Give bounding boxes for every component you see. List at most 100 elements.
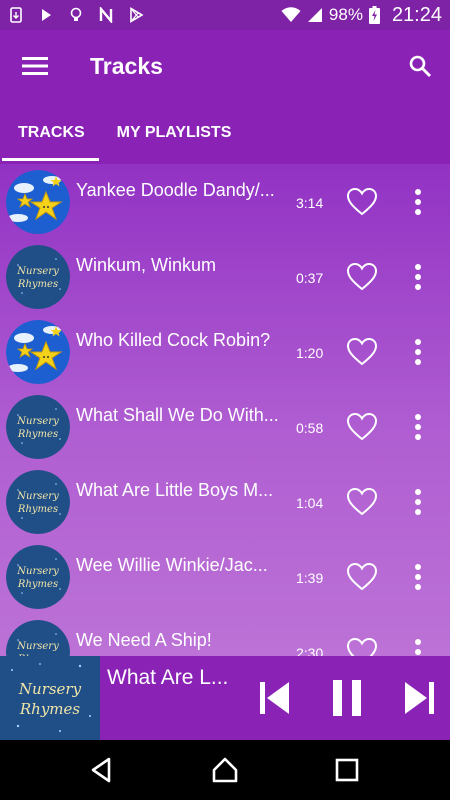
favorite-button[interactable]: [346, 186, 378, 218]
track-options-button[interactable]: [408, 338, 428, 366]
heart-outline-icon: [346, 562, 378, 591]
skip-previous-icon: [260, 682, 289, 714]
nursery-rhymes-artwork: Nursery Rhymes: [0, 656, 100, 740]
more-vertical-icon: [415, 189, 421, 215]
tab-tracks[interactable]: TRACKS: [18, 102, 85, 164]
track-title: Yankee Doodle Dandy/...: [76, 180, 275, 200]
track-duration: 0:37: [296, 270, 324, 286]
track-artwork: [6, 320, 70, 384]
track-options-button[interactable]: [408, 263, 428, 291]
nursery-rhymes-artwork: Nursery Rhymes: [6, 245, 70, 309]
search-icon: [409, 55, 432, 78]
play-store-icon: [130, 7, 144, 23]
heart-outline-icon: [346, 337, 378, 366]
track-list[interactable]: Yankee Doodle Dandy/... 3:14 Nursery Rhymes…: [0, 164, 450, 656]
status-bar: 98% 21:24: [0, 0, 450, 30]
next-button[interactable]: [402, 680, 436, 716]
now-playing-title[interactable]: What Are L...: [107, 666, 228, 690]
back-triangle-icon[interactable]: [87, 756, 115, 784]
favorite-button[interactable]: [346, 261, 378, 293]
battery-percent: 98%: [328, 5, 363, 24]
favorite-button[interactable]: [346, 411, 378, 443]
track-duration: 3:14: [296, 195, 324, 211]
track-options-button[interactable]: [408, 638, 428, 656]
clock: 21:24: [391, 3, 442, 26]
more-vertical-icon: [415, 339, 421, 365]
now-playing-bar[interactable]: Nursery Rhymes What Are L...: [0, 656, 450, 740]
system-status: 98% 21:24: [281, 4, 442, 27]
track-options-button[interactable]: [408, 488, 428, 516]
artwork-text-line2: Rhymes: [17, 429, 58, 440]
favorite-button[interactable]: [346, 636, 378, 656]
track-options-button[interactable]: [408, 188, 428, 216]
nursery-rhymes-artwork: NurseryRhymes: [6, 545, 70, 609]
previous-button[interactable]: [258, 680, 292, 716]
favorite-button[interactable]: [346, 486, 378, 518]
track-artwork: NurseryRhymes: [6, 545, 70, 609]
nursery-rhymes-artwork: NurseryRhymes: [6, 620, 70, 656]
tab-indicator: [2, 158, 99, 161]
artwork-text-line1: Nursery: [16, 266, 59, 277]
battery-charging-icon: [368, 6, 380, 24]
recents-square-icon[interactable]: [333, 756, 361, 784]
artwork-text-line1: Nursery: [16, 491, 59, 502]
artwork-text-line1: Nursery: [18, 680, 82, 698]
track-duration: 1:04: [296, 495, 324, 511]
hamburger-menu-icon: [22, 57, 48, 75]
now-playing-artwork[interactable]: Nursery Rhymes: [0, 656, 100, 740]
pause-icon: [333, 680, 361, 716]
track-artwork: Nursery Rhymes: [6, 245, 70, 309]
heart-outline-icon: [346, 487, 378, 516]
more-vertical-icon: [415, 414, 421, 440]
notification-icons: [8, 7, 144, 23]
signal-icon: [307, 8, 322, 22]
search-button[interactable]: [404, 50, 436, 82]
artwork-text-line2: Rhymes: [19, 700, 81, 718]
favorite-button[interactable]: [346, 561, 378, 593]
tab-my-playlists[interactable]: MY PLAYLISTS: [117, 102, 232, 164]
home-icon[interactable]: [211, 756, 239, 784]
nursery-rhymes-artwork: Nursery Rhymes: [6, 395, 70, 459]
heart-outline-icon: [346, 187, 378, 216]
track-artwork: [6, 170, 70, 234]
track-title: What Are Little Boys M...: [76, 480, 274, 500]
artwork-text-line2: Rhymes: [17, 279, 58, 290]
more-vertical-icon: [415, 564, 421, 590]
more-vertical-icon: [415, 489, 421, 515]
track-title: We Need A Ship!: [76, 630, 212, 650]
heart-outline-icon: [346, 262, 378, 291]
track-artwork: NurseryRhymes: [6, 620, 70, 656]
pause-button[interactable]: [330, 678, 364, 718]
menu-button[interactable]: [0, 30, 70, 102]
page-title: Tracks: [90, 52, 163, 79]
artwork-text-line2: Rhymes: [17, 579, 58, 590]
track-artwork: NurseryRhymes: [6, 470, 70, 534]
track-duration: 1:39: [296, 570, 324, 586]
track-row[interactable]: NurseryRhymes We Need A Ship! 2:30: [0, 614, 450, 656]
track-row[interactable]: Nursery Rhymes What Are Little Boys M... 1:…: [0, 464, 450, 539]
favorite-button[interactable]: [346, 336, 378, 368]
artwork-text-line1: Nursery: [16, 416, 59, 427]
track-row[interactable]: Who Killed Cock Robin? 1:20: [0, 314, 450, 389]
track-row[interactable]: Nursery Rhymes Winkum, Winkum 0:37: [0, 239, 450, 314]
system-nav-bar: [0, 740, 450, 800]
track-title: Wee Willie Winkie/Jac...: [76, 555, 268, 575]
track-title: Who Killed Cock Robin?: [76, 330, 271, 350]
track-duration: 0:58: [296, 420, 324, 436]
track-duration: 1:20: [296, 345, 324, 361]
heart-outline-icon: [346, 637, 378, 656]
track-title: What Shall We Do With...: [76, 405, 279, 425]
track-row[interactable]: Nursery Rhymes What Shall We Do With... 0:5…: [0, 389, 450, 464]
wifi-icon: [281, 7, 301, 22]
skip-next-icon: [405, 682, 434, 714]
track-row[interactable]: Yankee Doodle Dandy/... 3:14: [0, 164, 450, 239]
app-bar: Tracks: [0, 30, 450, 102]
more-vertical-icon: [415, 639, 421, 655]
track-row[interactable]: Nursery Rhymes Wee Willie Winkie/Jac... 1:3…: [0, 539, 450, 614]
n-app-icon: [99, 7, 113, 23]
track-options-button[interactable]: [408, 563, 428, 591]
nursery-rhymes-artwork: NurseryRhymes: [6, 470, 70, 534]
track-duration: 2:30: [296, 645, 324, 656]
heart-outline-icon: [346, 412, 378, 441]
track-options-button[interactable]: [408, 413, 428, 441]
